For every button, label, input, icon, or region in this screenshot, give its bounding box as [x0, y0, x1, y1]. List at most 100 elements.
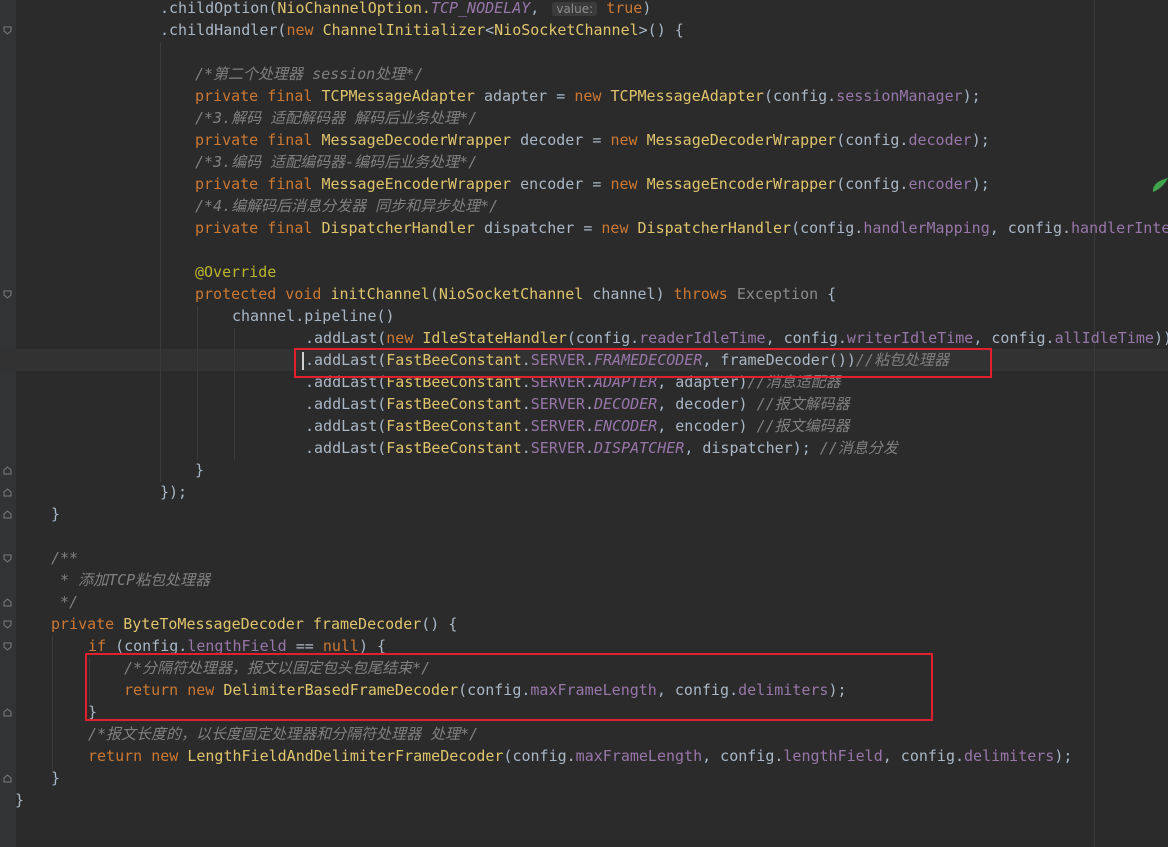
code-token: ): [642, 0, 652, 17]
code-token: <: [485, 21, 495, 39]
code-token: , config.: [765, 329, 847, 347]
code-token: }: [195, 461, 205, 479]
code-line[interactable]: channel.pipeline(): [232, 305, 395, 327]
code-token: .addLast(: [305, 417, 387, 435]
code-token: TCPMessageAdapter: [321, 87, 475, 105]
code-line[interactable]: return new LengthFieldAndDelimiterFrameD…: [88, 745, 1072, 767]
code-editor[interactable]: .childOption(NioChannelOption.TCP_NODELA…: [0, 0, 1168, 847]
code-comment: * 添加TCP粘包处理器: [51, 571, 211, 589]
code-token: () {: [421, 615, 458, 633]
code-line[interactable]: .childOption(NioChannelOption.TCP_NODELA…: [160, 0, 651, 19]
code-line[interactable]: .addLast(FastBeeConstant.SERVER.DISPATCH…: [305, 437, 898, 459]
fold-toggle-icon[interactable]: [3, 290, 12, 299]
code-line[interactable]: /**: [51, 547, 78, 569]
code-token: .: [521, 439, 531, 457]
code-token: new: [601, 219, 638, 237]
fold-toggle-icon[interactable]: [3, 642, 12, 651]
code-comment: /**: [51, 549, 79, 567]
fold-toggle-icon[interactable]: [3, 26, 12, 35]
fold-end-icon[interactable]: [3, 488, 12, 497]
code-token: FastBeeConstant: [386, 395, 522, 413]
code-token: DispatcherHandler: [321, 219, 475, 237]
code-token: }: [51, 505, 61, 523]
code-line[interactable]: protected void initChannel(NioSocketChan…: [195, 283, 836, 305]
fold-end-icon[interactable]: [3, 510, 12, 519]
code-token: allIdleTime: [1054, 329, 1154, 347]
indent-guide: [234, 328, 235, 460]
fold-end-icon[interactable]: [3, 598, 12, 607]
code-line[interactable]: .addLast(new IdleStateHandler(config.rea…: [305, 327, 1168, 349]
code-line[interactable]: * 添加TCP粘包处理器: [51, 569, 210, 591]
code-token: )): [1153, 329, 1168, 347]
code-line[interactable]: private ByteToMessageDecoder frameDecode…: [51, 613, 457, 635]
code-line[interactable]: .addLast(FastBeeConstant.SERVER.ENCODER,…: [305, 415, 850, 437]
code-line[interactable]: /*3.编码 适配编码器-编码后业务处理*/: [195, 151, 477, 173]
fold-end-icon[interactable]: [3, 708, 12, 717]
code-line[interactable]: */: [51, 591, 78, 613]
code-line[interactable]: /*报文长度的，以长度固定处理器和分隔符处理器 处理*/: [88, 723, 478, 745]
fold-toggle-icon[interactable]: [3, 620, 12, 629]
fold-toggle-icon[interactable]: [3, 554, 12, 563]
code-line[interactable]: .addLast(FastBeeConstant.SERVER.DECODER,…: [305, 393, 850, 415]
code-token: new: [610, 175, 647, 193]
code-token: , config.: [989, 219, 1072, 237]
leaf-icon: [1150, 178, 1168, 204]
code-token: );: [971, 131, 990, 149]
code-line[interactable]: }: [195, 459, 204, 481]
code-token: MessageDecoderWrapper: [321, 131, 512, 149]
code-token: readerIdleTime: [639, 329, 766, 347]
code-token: private final: [195, 131, 322, 149]
code-token: Exception: [736, 285, 819, 303]
code-line[interactable]: @Override: [195, 261, 276, 283]
code-token: , config.: [882, 747, 965, 765]
code-token: .addLast(: [305, 329, 387, 347]
code-token: .childHandler(: [160, 21, 287, 39]
code-line[interactable]: /*3.解码 适配解码器 解码后业务处理*/: [195, 107, 477, 129]
code-token: );: [971, 175, 990, 193]
code-line[interactable]: private final MessageDecoderWrapper deco…: [195, 129, 990, 151]
code-line[interactable]: /*4.编解码后消息分发器 同步和异步处理*/: [195, 195, 498, 217]
code-token: ENCODER: [594, 417, 658, 435]
highlight-box: [85, 653, 933, 721]
code-token: SERVER: [530, 439, 585, 457]
code-token: maxFrameLength: [575, 747, 703, 765]
code-line[interactable]: });: [160, 481, 187, 503]
code-comment: /*报文长度的，以长度固定处理器和分隔符处理器 处理*/: [88, 725, 479, 743]
code-line[interactable]: }: [15, 789, 24, 811]
code-line[interactable]: }: [51, 503, 60, 525]
code-token: );: [1054, 747, 1073, 765]
code-line[interactable]: private final MessageEncoderWrapper enco…: [195, 173, 990, 195]
code-token: protected void: [195, 285, 331, 303]
code-token: IdleStateHandler: [422, 329, 567, 347]
code-line[interactable]: /*第二个处理器 session处理*/: [195, 63, 423, 85]
highlight-box: [294, 348, 992, 378]
code-token: MessageEncoderWrapper: [321, 175, 512, 193]
code-comment: //报文编码器: [756, 417, 850, 435]
code-line[interactable]: private final TCPMessageAdapter adapter …: [195, 85, 981, 107]
code-token: dispatcher =: [474, 219, 602, 237]
code-token: TCP_NODELAY: [430, 0, 531, 17]
code-token: throws: [673, 285, 737, 303]
code-line[interactable]: }: [51, 767, 60, 789]
code-token: encoder: [908, 175, 972, 193]
code-token: (config.: [566, 329, 640, 347]
indent-guide: [160, 42, 161, 482]
code-token: {: [818, 285, 837, 303]
code-token: sessionManager: [836, 87, 963, 105]
code-token: NioSocketChannel: [438, 285, 584, 303]
code-token: (config.: [836, 131, 909, 149]
fold-end-icon[interactable]: [3, 466, 12, 475]
code-token: frameDecoder: [312, 615, 422, 633]
code-annotation: @Override: [195, 263, 277, 281]
code-token: );: [962, 87, 981, 105]
code-token: SERVER: [530, 395, 585, 413]
fold-end-icon[interactable]: [3, 774, 12, 783]
code-line[interactable]: .childHandler(new ChannelInitializer<Nio…: [160, 19, 684, 41]
code-token: (config.: [791, 219, 864, 237]
right-margin-guide: [1094, 0, 1095, 847]
code-token: FastBeeConstant: [386, 439, 522, 457]
code-line[interactable]: private final DispatcherHandler dispatch…: [195, 217, 1168, 239]
code-token: }: [51, 769, 61, 787]
code-comment: /*3.解码 适配解码器 解码后业务处理*/: [195, 109, 478, 127]
